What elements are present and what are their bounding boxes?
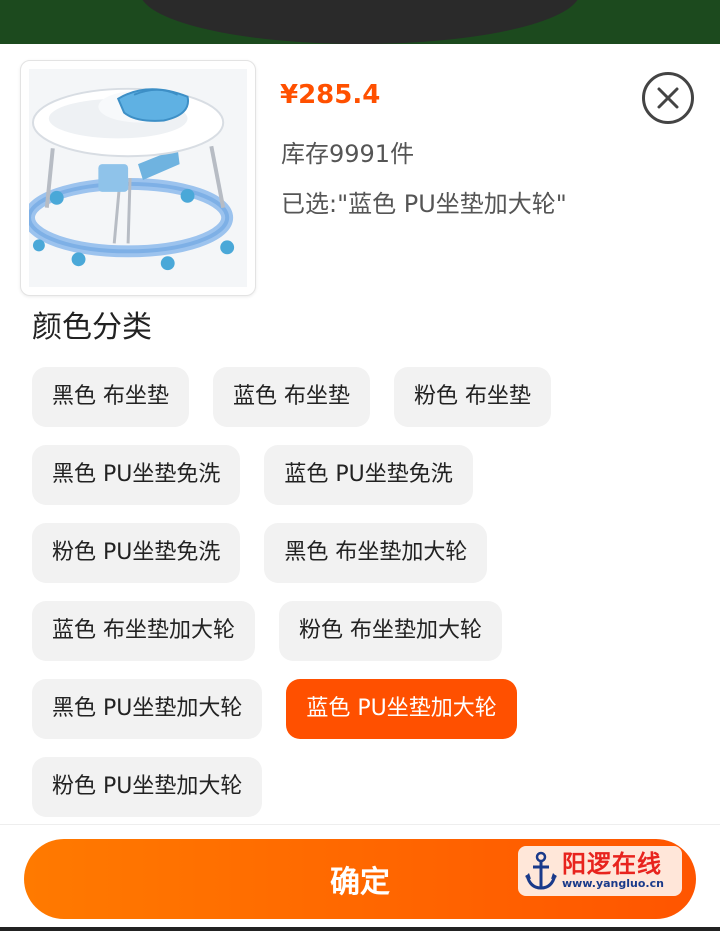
divider: [0, 824, 720, 825]
option-chip[interactable]: 粉色 布坐垫: [394, 367, 551, 427]
system-nav-bar: [0, 927, 720, 931]
option-chip[interactable]: 黑色 布坐垫加大轮: [264, 523, 488, 583]
close-icon: [657, 87, 679, 109]
option-chip[interactable]: 黑色 PU坐垫免洗: [32, 445, 241, 505]
option-chip[interactable]: 粉色 PU坐垫免洗: [32, 523, 241, 583]
stock-count: 库存9991件: [281, 140, 415, 168]
sku-selector-sheet: ¥285.4 库存9991件 已选:"蓝色 PU坐垫加大轮" 颜色分类 黑色 布…: [0, 44, 720, 931]
anchor-icon: [525, 851, 557, 890]
option-chip[interactable]: 蓝色 布坐垫: [213, 367, 370, 427]
baby-walker-image: [29, 69, 247, 287]
color-options: 黑色 布坐垫 蓝色 布坐垫 粉色 布坐垫 黑色 PU坐垫免洗 蓝色 PU坐垫免洗…: [32, 367, 692, 835]
option-chip-selected[interactable]: 蓝色 PU坐垫加大轮: [286, 679, 517, 739]
option-chip[interactable]: 粉色 布坐垫加大轮: [279, 601, 502, 661]
option-chip[interactable]: 黑色 布坐垫: [32, 367, 189, 427]
section-title: 颜色分类: [32, 310, 152, 345]
option-chip[interactable]: 粉色 PU坐垫加大轮: [32, 757, 263, 817]
background-strip: [0, 0, 720, 44]
close-button[interactable]: [642, 72, 694, 124]
watermark-text: 阳逻在线: [562, 850, 662, 878]
option-chip[interactable]: 蓝色 PU坐垫免洗: [264, 445, 473, 505]
selected-variant: 已选:"蓝色 PU坐垫加大轮": [281, 190, 567, 218]
watermark-logo: 阳逻在线 www.yangluo.cn: [518, 846, 682, 896]
option-chip[interactable]: 黑色 PU坐垫加大轮: [32, 679, 263, 739]
product-thumbnail[interactable]: [20, 60, 256, 296]
option-chip[interactable]: 蓝色 布坐垫加大轮: [32, 601, 255, 661]
watermark-url: www.yangluo.cn: [562, 877, 664, 890]
product-price: ¥285.4: [280, 80, 381, 110]
